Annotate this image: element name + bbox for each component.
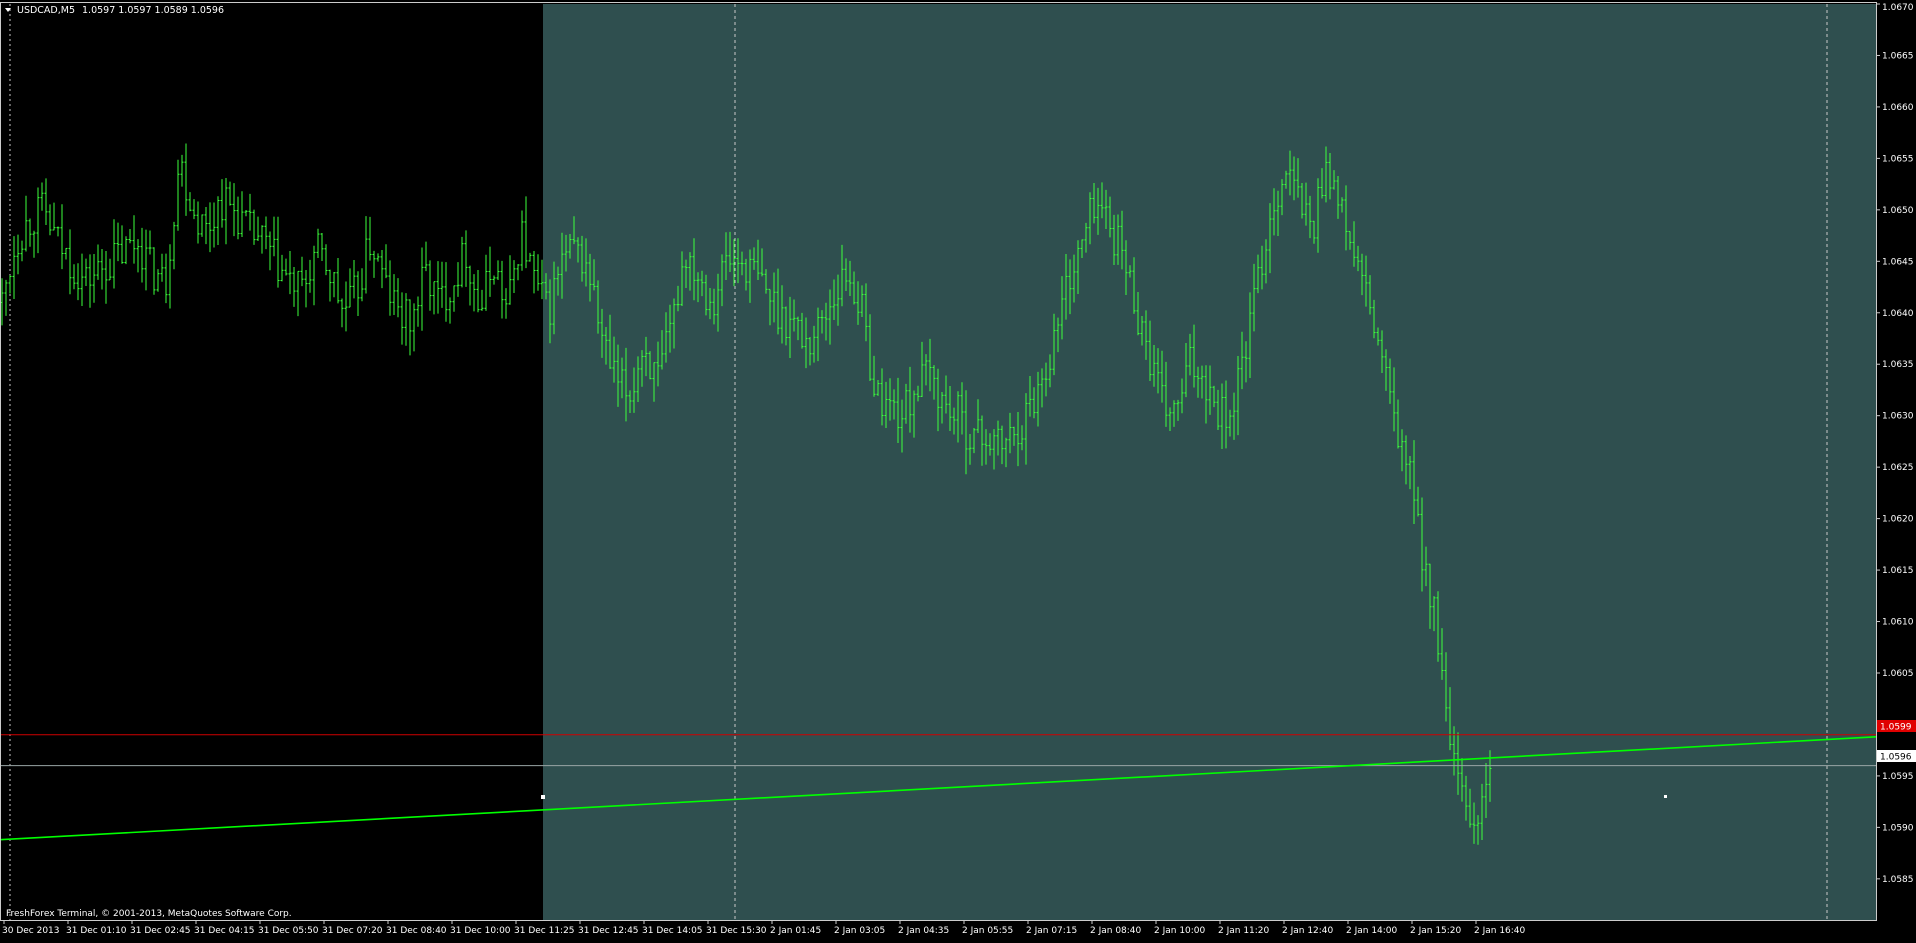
price-tick-label: 1.0630 [1882,412,1914,422]
time-tick-label: 31 Dec 12:45 [578,926,639,936]
chart-window[interactable]: 1.0670 1.0665 1.0660 1.0655 1.0650 1.0645 1.06… [0,0,1916,939]
price-tick-label: 1.0650 [1882,206,1914,216]
current-price-label: 1.0596 [1880,753,1912,763]
price-tick-label: 1.0625 [1882,463,1914,473]
symbol-header: USDCAD,M5 1.0597 1.0597 1.0589 1.0596 [5,5,224,16]
price-tick-label: 1.0635 [1882,360,1914,370]
time-tick-label: 2 Jan 04:35 [898,926,949,936]
price-tick-label: 1.0610 [1882,618,1914,628]
time-tick-label: 2 Jan 12:40 [1282,926,1334,936]
price-tick-label: 1.0645 [1882,257,1914,267]
symbol-timeframe-label: USDCAD,M5 [17,5,75,16]
time-tick-label: 31 Dec 14:05 [642,926,703,936]
small-marker [1664,795,1667,798]
time-tick-label: 31 Dec 10:00 [450,926,511,936]
price-tick-label: 1.0665 [1882,51,1914,61]
copyright-label: FreshForex Terminal, © 2001-2013, MetaQu… [6,909,292,919]
time-tick-label: 31 Dec 07:20 [322,926,383,936]
time-tick-label: 31 Dec 08:40 [386,926,447,936]
time-tick-label: 31 Dec 02:45 [130,926,191,936]
price-tick-label: 1.0585 [1882,875,1914,885]
time-tick-label: 2 Jan 03:05 [834,926,885,936]
time-tick-label: 30 Dec 2013 [2,926,60,936]
price-tick-label: 1.0640 [1882,309,1914,319]
trendline-anchor-marker[interactable] [541,795,545,799]
price-chart[interactable]: 1.0670 1.0665 1.0660 1.0655 1.0650 1.0645 1.06… [0,0,1916,939]
price-tick-label: 1.0620 [1882,515,1914,525]
time-tick-label: 31 Dec 11:25 [514,926,575,936]
time-tick-label: 2 Jan 15:20 [1410,926,1462,936]
price-tag-current: 1.0596 [1877,750,1916,763]
price-tick-label: 1.0660 [1882,103,1914,113]
time-tick-label: 2 Jan 16:40 [1474,926,1526,936]
price-tick-label: 1.0590 [1882,823,1914,833]
time-tick-label: 31 Dec 05:50 [258,926,319,936]
red-price-label: 1.0599 [1880,723,1912,733]
time-tick-label: 2 Jan 14:00 [1346,926,1398,936]
price-tick-label: 1.0615 [1882,566,1914,576]
time-tick-label: 2 Jan 08:40 [1090,926,1142,936]
price-tag-red: 1.0599 [1877,720,1916,733]
time-tick-label: 31 Dec 15:30 [706,926,767,936]
time-tick-label: 31 Dec 04:15 [194,926,255,936]
time-tick-label: 2 Jan 01:45 [770,926,821,936]
price-tick-label: 1.0670 [1882,3,1914,13]
time-tick-label: 2 Jan 11:20 [1218,926,1270,936]
price-tick-label: 1.0655 [1882,154,1914,164]
highlight-zone [543,4,1876,920]
time-tick-label: 31 Dec 01:10 [66,926,127,936]
ohlc-values: 1.0597 1.0597 1.0589 1.0596 [82,5,224,16]
price-tick-label: 1.0605 [1882,669,1914,679]
time-tick-label: 2 Jan 10:00 [1154,926,1206,936]
time-tick-label: 2 Jan 05:55 [962,926,1013,936]
price-tick-label: 1.0595 [1882,772,1914,782]
time-tick-label: 2 Jan 07:15 [1026,926,1077,936]
